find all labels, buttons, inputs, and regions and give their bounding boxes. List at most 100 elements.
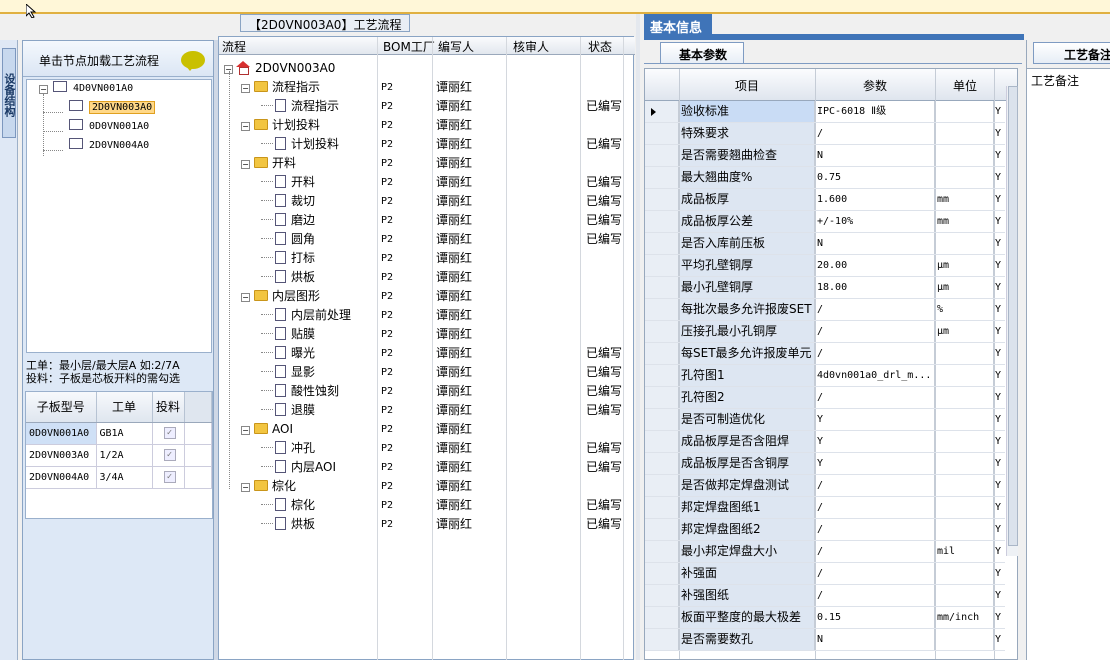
flow-step-row[interactable]: 棕化 P2 谭丽红 已编写 [219,496,635,515]
row-indicator[interactable] [645,607,679,628]
param-row[interactable]: 成品板厚是否含阻焊 Y Y [645,431,1005,453]
flow-step-row[interactable]: 酸性蚀刻 P2 谭丽红 已编写 [219,382,635,401]
param-row[interactable]: 特殊要求 / Y [645,123,1005,145]
col-header-order[interactable]: 工单 [96,392,153,423]
row-indicator[interactable] [645,453,679,474]
flow-step-row[interactable]: 显影 P2 谭丽红 已编写 [219,363,635,382]
row-indicator[interactable] [645,365,679,386]
row-indicator[interactable] [645,497,679,518]
row-indicator[interactable] [645,475,679,496]
param-row[interactable]: 补强面 / Y [645,563,1005,585]
flow-step-row[interactable]: 计划投料 P2 谭丽红 已编写 [219,135,635,154]
flow-step-row[interactable]: 烘板 P2 谭丽红 已编写 [219,515,635,534]
row-indicator[interactable] [645,343,679,364]
param-row[interactable]: 是否做邦定焊盘测试 / Y [645,475,1005,497]
param-unit-cell[interactable] [936,233,994,254]
param-value-cell[interactable]: / [816,343,935,364]
param-row[interactable]: 是否可制造优化 Y Y [645,409,1005,431]
param-value-cell[interactable]: 4d0vn001a0_drl_m... [816,365,935,386]
param-row[interactable]: 是否需要翘曲检查 N Y [645,145,1005,167]
param-unit-cell[interactable] [936,475,994,496]
param-unit-cell[interactable] [936,453,994,474]
row-indicator[interactable] [645,277,679,298]
param-row[interactable]: 成品板厚是否含铜厚 Y Y [645,453,1005,475]
param-value-cell[interactable]: 20.00 [816,255,935,276]
param-value-cell[interactable]: / [816,585,935,606]
param-value-cell[interactable]: Y [816,431,935,452]
flow-step-row[interactable]: 贴膜 P2 谭丽红 [219,325,635,344]
param-row[interactable]: 孔符图1 4d0vn001a0_drl_m... Y [645,365,1005,387]
collapse-icon[interactable]: − [241,293,250,302]
row-indicator[interactable] [645,189,679,210]
flow-step-row[interactable]: 冲孔 P2 谭丽红 已编写 [219,439,635,458]
row-indicator[interactable] [645,211,679,232]
param-row[interactable]: 验收标准 IPC-6018 Ⅱ级 Y [645,101,1005,123]
tree-node-child[interactable]: 0D0VN001A0 [69,118,149,136]
col-header-feed[interactable]: 投料 [152,392,185,423]
param-unit-cell[interactable] [936,101,994,122]
row-indicator[interactable] [645,321,679,342]
flow-step-row[interactable]: 退膜 P2 谭丽红 已编写 [219,401,635,420]
flow-group-row[interactable]: − AOI P2 谭丽红 [219,420,635,439]
param-scrollbar[interactable] [1006,86,1018,556]
flow-group-row[interactable]: − 开料 P2 谭丽红 [219,154,635,173]
param-unit-cell[interactable] [936,629,994,650]
collapse-icon[interactable]: − [241,122,250,131]
collapse-icon[interactable]: − [39,85,48,94]
col-header-model[interactable]: 子板型号 [26,392,97,423]
param-value-cell[interactable]: / [816,497,935,518]
param-unit-cell[interactable] [936,145,994,166]
param-value-cell[interactable]: / [816,541,935,562]
flow-root-node[interactable]: −2D0VN003A0 [219,59,635,78]
speech-bubble-icon[interactable] [181,51,205,71]
row-indicator[interactable] [645,563,679,584]
tab-process-remark[interactable]: 工艺备注 [1033,42,1110,64]
row-indicator[interactable] [645,629,679,650]
col-header-item[interactable]: 项目 [735,77,759,94]
splitter[interactable] [636,14,640,660]
param-value-cell[interactable]: N [816,145,935,166]
param-unit-cell[interactable]: μm [936,277,994,298]
tab-basic-params[interactable]: 基本参数 [660,42,744,64]
remark-area[interactable] [1027,68,1110,660]
param-row[interactable]: 是否入库前压板 N Y [645,233,1005,255]
param-value-cell[interactable]: IPC-6018 Ⅱ级 [816,101,935,122]
param-value-cell[interactable]: / [816,519,935,540]
param-unit-cell[interactable] [936,167,994,188]
col-header-writer[interactable]: 编写人 [438,38,474,55]
param-unit-cell[interactable] [936,585,994,606]
flow-step-row[interactable]: 烘板 P2 谭丽红 [219,268,635,287]
row-indicator[interactable] [645,255,679,276]
param-row[interactable]: 最大翘曲度% 0.75 Y [645,167,1005,189]
tab-basic-info[interactable]: 基本信息 [644,14,712,36]
col-header-status[interactable]: 状态 [588,38,612,55]
param-row[interactable]: 最小孔壁铜厚 18.00 μm Y [645,277,1005,299]
tree-node-child[interactable]: 2D0VN004A0 [69,137,149,155]
param-row[interactable]: 最小邦定焊盘大小 / mil Y [645,541,1005,563]
row-indicator[interactable] [645,519,679,540]
flow-step-row[interactable]: 曝光 P2 谭丽红 已编写 [219,344,635,363]
flow-step-row[interactable]: 圆角 P2 谭丽红 已编写 [219,230,635,249]
flow-group-row[interactable]: − 棕化 P2 谭丽红 [219,477,635,496]
tab-equipment-structure[interactable]: 设备结构 [2,48,16,138]
param-unit-cell[interactable] [936,365,994,386]
param-unit-cell[interactable]: mm [936,189,994,210]
table-row[interactable]: 2D0VN003A0 1/2A ✓ [26,444,212,467]
param-value-cell[interactable]: Y [816,453,935,474]
col-header-flow[interactable]: 流程 [222,38,246,55]
flow-group-row[interactable]: − 流程指示 P2 谭丽红 [219,78,635,97]
param-unit-cell[interactable]: mil [936,541,994,562]
param-value-cell[interactable]: N [816,233,935,254]
col-header-param[interactable]: 参数 [863,77,887,94]
param-value-cell[interactable]: / [816,475,935,496]
col-header-reviewer[interactable]: 核审人 [513,38,549,55]
param-value-cell[interactable]: Y [816,409,935,430]
tree-node-child[interactable]: 2D0VN003A0 [69,99,156,117]
table-row[interactable]: 2D0VN004A0 3/4A ✓ [26,466,212,489]
param-value-cell[interactable]: / [816,563,935,584]
param-row[interactable]: 每批次最多允许报废SET /% Y [645,299,1005,321]
param-row[interactable]: 孔符图2/Y [645,387,1005,409]
param-unit-cell[interactable] [936,343,994,364]
scroll-thumb[interactable] [1008,86,1018,546]
param-unit-cell[interactable] [936,519,994,540]
